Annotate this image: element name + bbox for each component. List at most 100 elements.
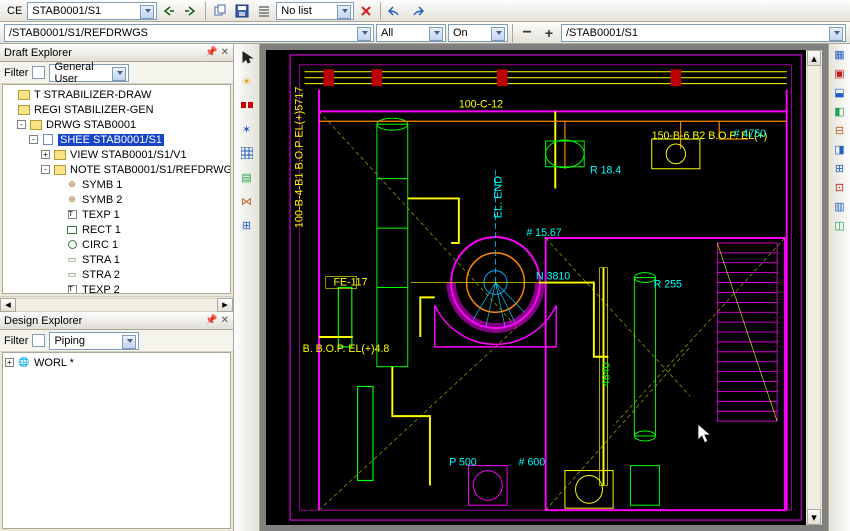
right-area: ☀ ✶ ▤ ⋈ ⊞ (234, 44, 850, 531)
toolbar-2: /STAB0001/S1/REFDRWGS All On − + /STAB00… (0, 22, 850, 44)
design-filter-combo[interactable]: Piping (49, 332, 139, 350)
scroll-right-icon[interactable]: ▸ (217, 298, 233, 312)
nav-back-button[interactable] (159, 2, 179, 20)
dim-4750: # 4750 (734, 128, 766, 140)
tree-node[interactable]: +🌐WORL * (3, 355, 230, 370)
tree-node[interactable]: -NOTE STAB0001/S1/REFDRWGS (3, 162, 230, 177)
mouse-cursor-icon (698, 424, 711, 443)
redo-button[interactable] (407, 2, 427, 20)
tree-node-label: NOTE STAB0001/S1/REFDRWGS (70, 164, 231, 176)
draft-filter-combo[interactable]: General User (49, 64, 129, 82)
list-button[interactable] (254, 2, 274, 20)
filter-all-combo[interactable]: All (376, 24, 446, 42)
sun-tool-icon[interactable]: ☀ (238, 72, 256, 90)
tree-node[interactable]: RECT 1 (3, 222, 230, 237)
draft-filter-value: General User (54, 61, 114, 85)
zoom-in-button[interactable]: + (539, 24, 559, 42)
tree-node[interactable]: ▭STRA 2 (3, 267, 230, 282)
draft-filter-checkbox[interactable] (32, 66, 45, 79)
on-combo[interactable]: On (448, 24, 508, 42)
scroll-up-icon[interactable]: ▴ (807, 50, 821, 66)
toolbar-1: CE STAB0001/S1 No list (0, 0, 850, 22)
star-tool-icon[interactable]: ✶ (238, 120, 256, 138)
tree-node[interactable]: ⊕SYMB 2 (3, 192, 230, 207)
dim-4840: 4840 (600, 362, 612, 386)
dim-r600: # 600 (519, 457, 546, 469)
design-explorer-title-bar: Design Explorer 📌 ✕ (0, 312, 233, 330)
tree-node-label: STRA 2 (82, 269, 120, 281)
dim-p500: P 500 (449, 457, 477, 469)
draft-filter-row: Filter General User (0, 62, 233, 84)
tree-node-label: STRA 1 (82, 254, 120, 266)
tree-node[interactable]: -DRWG STAB0001 (3, 117, 230, 132)
draft-explorer-title-bar: Draft Explorer 📌 ✕ (0, 44, 233, 62)
valve-tool-icon[interactable]: ⋈ (238, 192, 256, 210)
rt-tool-10-icon[interactable]: ◫ (834, 219, 844, 232)
design-tree[interactable]: +🌐WORL * (2, 352, 231, 529)
tree-node[interactable]: REGI STABILIZER-GEN (3, 102, 230, 117)
grid-tool-icon[interactable] (238, 144, 256, 162)
draft-filter-label: Filter (4, 67, 28, 79)
r18-label: R 18.4 (590, 165, 621, 177)
tree-node-label: CIRC 1 (82, 239, 118, 251)
ce-label: CE (4, 5, 25, 17)
tree-node[interactable]: CIRC 1 (3, 237, 230, 252)
pin-icon-2[interactable]: 📌 ✕ (205, 315, 229, 326)
undo-button[interactable] (385, 2, 405, 20)
rt-tool-2-icon[interactable]: ▣ (834, 67, 844, 80)
zoom-out-button[interactable]: − (517, 24, 537, 42)
delete-button[interactable] (356, 2, 376, 20)
nolist-value: No list (281, 5, 312, 17)
tree-node[interactable]: TTEXP 2 (3, 282, 230, 294)
design-filter-value: Piping (54, 335, 85, 347)
bop-el-label: B. B.O.P. EL(+)4.8 (303, 343, 390, 355)
tree-node-label: TEXP 2 (82, 284, 120, 295)
pin-icon[interactable]: 📌 ✕ (205, 47, 229, 58)
fe117-label: FE-117 (334, 276, 368, 288)
tree-node[interactable]: +VIEW STAB0001/S1/V1 (3, 147, 230, 162)
tree-node[interactable]: -SHEE STAB0001/S1 (3, 132, 230, 147)
draft-tree[interactable]: T STRABILIZER-DRAWREGI STABILIZER-GEN-DR… (2, 84, 231, 294)
list-name-combo[interactable]: No list (276, 2, 354, 20)
pipe-label-left: 100-B-4-B1 B.O.P EL(+)5717 (294, 87, 306, 229)
rt-tool-5-icon[interactable]: ⊟ (835, 124, 844, 137)
pointer-tool-icon[interactable] (238, 48, 256, 66)
main-area: Draft Explorer 📌 ✕ Filter General User T… (0, 44, 850, 531)
rt-tool-8-icon[interactable]: ⊡ (835, 181, 844, 194)
tree-node-label: WORL * (34, 357, 74, 369)
scroll-left-icon[interactable]: ◂ (0, 298, 16, 312)
sheet-path-combo[interactable]: /STAB0001/S1 (561, 24, 846, 42)
tree-node-label: SYMB 1 (82, 179, 122, 191)
group-tool-icon[interactable]: ⊞ (238, 216, 256, 234)
design-filter-checkbox[interactable] (32, 334, 45, 347)
canvas-vscroll[interactable]: ▴ ▾ (806, 50, 822, 525)
design-filter-row: Filter Piping (0, 330, 233, 352)
current-element-combo[interactable]: STAB0001/S1 (27, 2, 157, 20)
canvas-outer: 100-C-12 150-B-6 B2 B.O.P. EL(+) # 4750 … (260, 44, 828, 531)
drawing-canvas[interactable]: 100-C-12 150-B-6 B2 B.O.P. EL(+) # 4750 … (266, 50, 806, 525)
rt-tool-7-icon[interactable]: ⊞ (835, 162, 844, 175)
left-sidebar: Draft Explorer 📌 ✕ Filter General User T… (0, 44, 234, 531)
tree-node[interactable]: TTEXP 1 (3, 207, 230, 222)
rt-tool-1-icon[interactable]: ▦ (834, 48, 844, 61)
design-explorer-title: Design Explorer (4, 315, 82, 327)
nav-forward-button[interactable] (181, 2, 201, 20)
layers-tool-icon[interactable]: ▤ (238, 168, 256, 186)
tree-node-label: TEXP 1 (82, 209, 120, 221)
tree-node[interactable]: ⊕SYMB 1 (3, 177, 230, 192)
rt-tool-6-icon[interactable]: ◨ (834, 143, 844, 156)
scroll-down-icon[interactable]: ▾ (807, 509, 821, 525)
tree-node-label: T STRABILIZER-DRAW (34, 89, 151, 101)
path-combo[interactable]: /STAB0001/S1/REFDRWGS (4, 24, 374, 42)
rt-tool-4-icon[interactable]: ◧ (834, 105, 844, 118)
tree-node[interactable]: ▭STRA 1 (3, 252, 230, 267)
draft-explorer-title: Draft Explorer (4, 47, 72, 59)
rt-tool-9-icon[interactable]: ▥ (834, 200, 844, 213)
save-button[interactable] (232, 2, 252, 20)
tree-node[interactable]: T STRABILIZER-DRAW (3, 87, 230, 102)
toggle-tool-icon[interactable] (238, 96, 256, 114)
draft-hscroll[interactable]: ◂ ▸ (0, 296, 233, 312)
rt-tool-3-icon[interactable]: ⬓ (834, 86, 844, 99)
copy-button[interactable] (210, 2, 230, 20)
canvas-right-toolbar: ▦ ▣ ⬓ ◧ ⊟ ◨ ⊞ ⊡ ▥ ◫ (828, 44, 850, 531)
